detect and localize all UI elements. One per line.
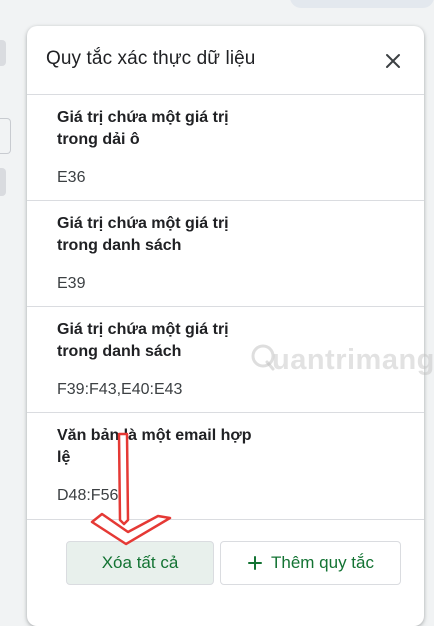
rule-item[interactable]: Giá trị chứa một giá trị trong danh sách… <box>27 307 424 413</box>
clear-all-label: Xóa tất cả <box>101 553 179 572</box>
rule-item[interactable]: Giá trị chứa một giá trị trong danh sách… <box>27 201 424 307</box>
panel-title: Quy tắc xác thực dữ liệu <box>46 48 256 69</box>
rule-range: F39:F43,E40:E43 <box>57 381 183 398</box>
background-edge-c <box>0 168 6 196</box>
rule-item[interactable]: Giá trị chứa một giá trị trong dải ô E36 <box>27 95 424 201</box>
add-rule-label: Thêm quy tắc <box>271 553 374 572</box>
background-edge-b <box>0 118 11 154</box>
rule-range: E36 <box>57 169 86 186</box>
rule-title: Giá trị chứa một giá trị trong dải ô <box>57 109 229 148</box>
data-validation-panel: Quy tắc xác thực dữ liệu Giá trị chứa mộ… <box>27 26 424 626</box>
clear-all-button[interactable]: Xóa tất cả <box>66 541 214 585</box>
close-icon <box>386 54 400 68</box>
background-toolbar-strip <box>290 0 434 8</box>
rule-title: Giá trị chứa một giá trị trong danh sách <box>57 215 229 254</box>
add-rule-button[interactable]: Thêm quy tắc <box>220 541 401 585</box>
close-button[interactable] <box>382 50 404 72</box>
background-edge-a <box>0 40 6 66</box>
plus-icon <box>248 556 262 570</box>
rule-title: Văn bản là một email hợp lệ <box>57 427 252 466</box>
rule-title: Giá trị chứa một giá trị trong danh sách <box>57 321 229 360</box>
rule-range: E39 <box>57 275 86 292</box>
panel-header: Quy tắc xác thực dữ liệu <box>27 26 424 95</box>
rule-item[interactable]: Văn bản là một email hợp lệ D48:F56 <box>27 413 424 520</box>
rule-range: D48:F56 <box>57 487 119 504</box>
